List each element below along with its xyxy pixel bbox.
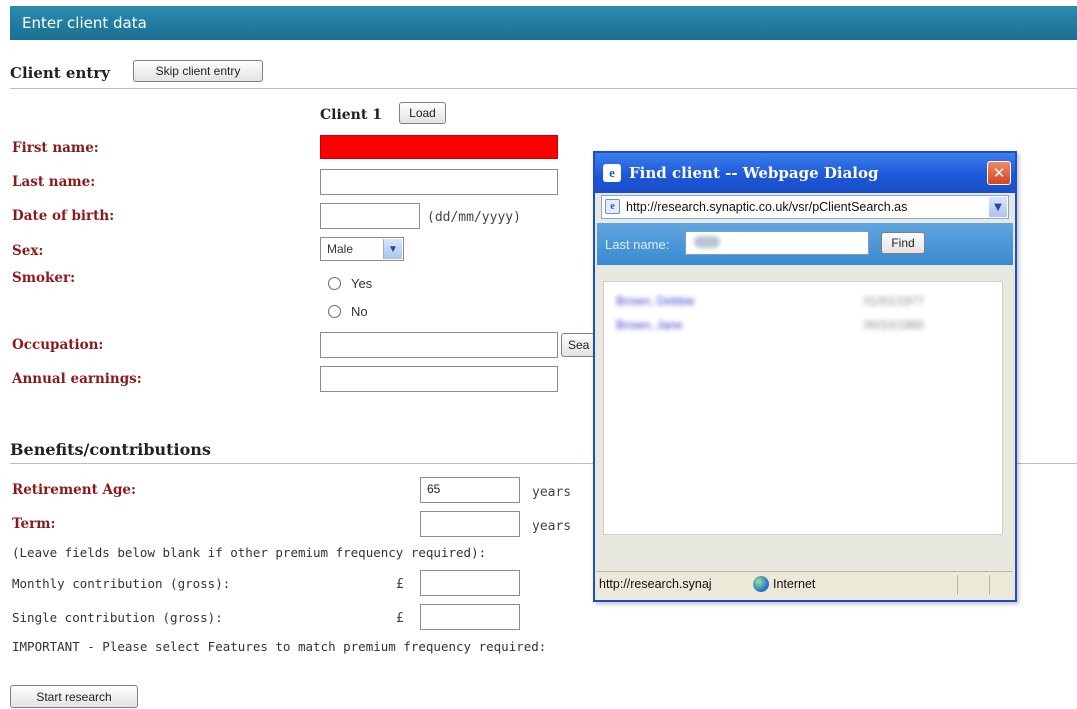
status-divider bbox=[989, 575, 990, 595]
page-icon: e bbox=[605, 199, 620, 214]
occupation-search-button[interactable]: Sea bbox=[561, 333, 595, 357]
retirement-unit: years bbox=[532, 485, 572, 500]
retirement-age-label: Retirement Age: bbox=[12, 482, 136, 498]
globe-icon bbox=[753, 576, 769, 592]
single-currency: £ bbox=[396, 611, 404, 626]
last-name-search-label: Last name: bbox=[605, 237, 670, 252]
first-name-field[interactable] bbox=[320, 135, 558, 159]
dialog-search-bar: Last name: Find bbox=[597, 223, 1013, 265]
page-header: Enter client data bbox=[10, 6, 1077, 40]
sex-label: Sex: bbox=[12, 243, 44, 259]
list-item[interactable]: Brown, Debbie 01/01/1977 bbox=[616, 294, 956, 310]
ie-icon: e bbox=[603, 164, 621, 182]
smoker-no-label: No bbox=[351, 304, 368, 319]
date-of-birth-field[interactable] bbox=[320, 203, 420, 229]
blurred-result-name: Brown, Jane bbox=[616, 318, 683, 332]
blurred-result-date: 00/10/1980 bbox=[864, 318, 925, 332]
dialog-status-bar: http://research.synaj Internet bbox=[597, 571, 1013, 598]
monthly-currency: £ bbox=[396, 577, 404, 592]
smoker-yes-radio[interactable] bbox=[328, 277, 341, 290]
search-results-list: Brown, Debbie 01/01/1977 Brown, Jane 00/… bbox=[603, 281, 1003, 535]
find-button[interactable]: Find bbox=[881, 232, 925, 254]
occupation-field[interactable] bbox=[320, 332, 558, 358]
blurred-result-date: 01/01/1977 bbox=[864, 294, 925, 308]
single-contribution-label: Single contribution (gross): bbox=[12, 610, 223, 625]
security-zone: Internet bbox=[773, 577, 816, 591]
last-name-search-input[interactable] bbox=[685, 231, 869, 255]
smoker-label: Smoker: bbox=[12, 270, 76, 286]
close-icon[interactable]: ✕ bbox=[987, 161, 1011, 185]
first-name-label: First name: bbox=[12, 140, 99, 156]
sex-select-value: Male bbox=[327, 242, 354, 256]
start-research-button[interactable]: Start research bbox=[10, 685, 138, 708]
date-format-hint: (dd/mm/yyyy) bbox=[427, 210, 521, 225]
retirement-age-field[interactable]: 65 bbox=[420, 477, 520, 503]
dialog-url-bar: e http://research.synaptic.co.uk/vsr/pCl… bbox=[601, 195, 1009, 219]
skip-client-entry-button[interactable]: Skip client entry bbox=[133, 60, 263, 82]
occupation-label: Occupation: bbox=[12, 337, 104, 353]
annual-earnings-label: Annual earnings: bbox=[12, 371, 142, 387]
premium-note: (Leave fields below blank if other premi… bbox=[12, 545, 487, 560]
term-label: Term: bbox=[12, 516, 56, 532]
monthly-contribution-field[interactable] bbox=[420, 570, 520, 596]
blurred-result-name: Brown, Debbie bbox=[616, 294, 695, 308]
date-of-birth-label: Date of birth: bbox=[12, 208, 115, 224]
dialog-title: Find client -- Webpage Dialog bbox=[629, 164, 879, 182]
status-divider bbox=[957, 575, 958, 595]
dialog-url: http://research.synaptic.co.uk/vsr/pClie… bbox=[626, 200, 908, 214]
load-button[interactable]: Load bbox=[399, 102, 446, 124]
sex-select[interactable]: Male ▼ bbox=[320, 237, 404, 261]
list-item[interactable]: Brown, Jane 00/10/1980 bbox=[616, 318, 956, 334]
single-contribution-field[interactable] bbox=[420, 604, 520, 630]
annual-earnings-field[interactable] bbox=[320, 366, 558, 392]
page-title: Enter client data bbox=[22, 14, 147, 32]
chevron-down-icon[interactable]: ▼ bbox=[989, 197, 1007, 217]
client-heading: Client 1 bbox=[320, 107, 382, 123]
chevron-down-icon[interactable]: ▼ bbox=[383, 239, 402, 259]
monthly-contribution-label: Monthly contribution (gross): bbox=[12, 576, 231, 591]
status-url: http://research.synaj bbox=[599, 577, 712, 591]
blurred-search-text bbox=[694, 236, 720, 248]
benefits-title: Benefits/contributions bbox=[10, 440, 211, 459]
last-name-field[interactable] bbox=[320, 169, 558, 195]
important-note: IMPORTANT - Please select Features to ma… bbox=[12, 639, 547, 654]
client-entry-title: Client entry bbox=[10, 64, 110, 82]
last-name-label: Last name: bbox=[12, 174, 96, 190]
smoker-yes-label: Yes bbox=[351, 276, 373, 291]
divider bbox=[10, 88, 1077, 89]
smoker-no-radio[interactable] bbox=[328, 305, 341, 318]
term-field[interactable] bbox=[420, 511, 520, 537]
term-unit: years bbox=[532, 519, 572, 534]
dialog-titlebar[interactable]: e Find client -- Webpage Dialog ✕ bbox=[595, 153, 1015, 193]
find-client-dialog: e Find client -- Webpage Dialog ✕ e http… bbox=[593, 151, 1017, 602]
